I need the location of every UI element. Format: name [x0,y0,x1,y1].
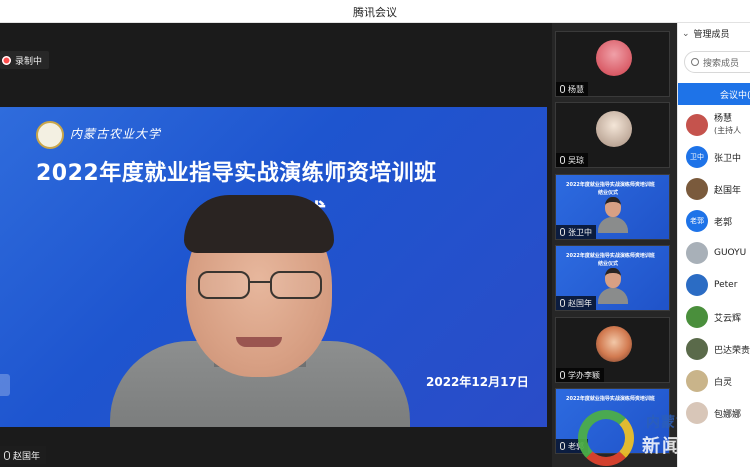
member-name: 艾云辉 [714,313,742,324]
member-name: GUOYU [714,248,747,258]
avatar [686,402,708,424]
tab-in-meeting[interactable]: 会议中( [678,83,750,105]
video-tile[interactable]: 2022年度就业指导实战演练师资培训班 结业仪式 张卫中 [555,174,670,240]
mini-slide-subtitle: 结业仪式 [598,190,619,196]
avatar [596,40,632,76]
speaker-hair [184,195,334,253]
mic-icon [560,156,565,164]
avatar [596,326,632,362]
member-item[interactable]: 艾云辉 [686,305,741,329]
mic-icon [560,85,565,93]
mini-slide-title: 2022年度就业指导实战演练师资培训班 [566,396,655,402]
university-logo [36,121,64,149]
window-title: 腾讯会议 [353,6,397,19]
video-tile[interactable]: 2022年度就业指导实战演练师资培训班 结业仪式 赵国年 [555,245,670,311]
member-name: 包娜娜 [714,409,742,420]
search-placeholder: 搜索成员 [703,58,740,69]
side-toggle-handle[interactable] [0,374,10,396]
glasses-lens-left [198,271,250,299]
mini-slide-title: 2022年度就业指导实战演练师资培训班 [566,253,655,259]
member-name: 巴达荣贵 [714,345,750,356]
members-panel: ⌄ 管理成员 搜索成员 会议中( 杨慧 (主持人 卫中 张卫中 赵国年 老郭 老郭… [677,23,750,467]
avatar: 老郭 [686,210,708,232]
avatar [686,306,708,328]
member-item[interactable]: 杨慧 (主持人 [686,113,741,137]
watermark-logo-icon [578,410,634,466]
tab-label: 会议中( [720,90,750,101]
member-name: 赵国年 [714,185,742,196]
panel-title: 管理成员 [693,30,730,40]
member-name: 张卫中 [714,153,742,164]
avatar: 卫中 [686,146,708,168]
mic-icon [560,371,565,379]
mic-icon [560,442,565,450]
member-item[interactable]: 赵国年 [686,177,741,201]
recording-label: 录制中 [15,56,43,67]
member-name: Peter [714,280,738,290]
video-tile[interactable]: 学办李颖 [555,317,670,383]
member-name: 杨慧 [714,114,733,124]
tile-label: 赵国年 [556,296,596,310]
chevron-down-icon[interactable]: ⌄ [682,29,690,39]
member-item[interactable]: 老郭 老郭 [686,209,732,233]
member-item[interactable]: 巴达荣贵 [686,337,750,361]
tile-label: 张卫中 [556,225,596,239]
member-item[interactable]: Peter [686,273,737,297]
tile-label: 学办李颖 [556,368,604,382]
title-bar: 腾讯会议 [0,0,750,23]
tile-name: 张卫中 [568,227,592,237]
glasses [198,271,322,299]
avatar [686,274,708,296]
member-name: 老郭 [714,217,733,228]
video-tile[interactable]: 杨慧 [555,31,670,97]
slide-title: 2022年度就业指导实战演练师资培训班 [36,161,437,186]
member-name: 白灵 [714,377,733,388]
tile-name: 赵国年 [568,298,592,308]
avatar [686,114,708,136]
member-item[interactable]: 包娜娜 [686,401,741,425]
glasses-lens-right [270,271,322,299]
speaker-name-tag: 赵国年 [0,446,47,464]
mini-slide-title: 2022年度就业指导实战演练师资培训班 [566,182,655,188]
speaker-mouth [236,337,282,347]
recording-badge[interactable]: 录制中 [0,51,50,69]
avatar [596,111,632,147]
glasses-bridge [250,281,270,283]
mic-icon [560,299,565,307]
avatar [686,338,708,360]
mic-icon [560,228,565,236]
avatar [686,242,708,264]
search-icon [691,58,699,66]
tile-label: 杨慧 [556,82,588,96]
speaker-video [110,189,410,427]
tile-name: 杨慧 [568,84,584,94]
tile-name: 学办李颖 [568,370,600,380]
avatar [686,178,708,200]
main-video-area[interactable]: 录制中 内蒙古农业大学 2022年度就业指导实战演练师资培训班 结业仪式 202… [0,23,552,467]
member-search-input[interactable]: 搜索成员 [684,51,750,73]
video-tile[interactable]: 吴琼 [555,102,670,168]
member-item[interactable]: 卫中 张卫中 [686,145,741,169]
video-gallery: 杨慧 吴琼 2022年度就业指导实战演练师资培训班 结业仪式 张卫中 2022年… [552,23,677,467]
speaker-name: 赵国年 [13,451,41,462]
mini-speaker [598,197,628,233]
panel-header[interactable]: ⌄ 管理成员 [682,27,730,41]
tile-label: 吴琼 [556,153,588,167]
mic-icon [4,450,10,460]
shared-slide: 内蒙古农业大学 2022年度就业指导实战演练师资培训班 结业仪式 2022年12… [0,107,547,427]
record-icon [2,55,11,65]
member-item[interactable]: 白灵 [686,369,732,393]
member-item[interactable]: GUOYU [686,241,746,265]
avatar [686,370,708,392]
member-role: (主持人 [714,126,742,135]
tile-name: 吴琼 [568,155,584,165]
slide-date: 2022年12月17日 [426,375,529,389]
mini-slide-subtitle: 结业仪式 [598,261,619,267]
mini-speaker [598,268,628,304]
university-name-logo: 内蒙古农业大学 [70,127,162,141]
